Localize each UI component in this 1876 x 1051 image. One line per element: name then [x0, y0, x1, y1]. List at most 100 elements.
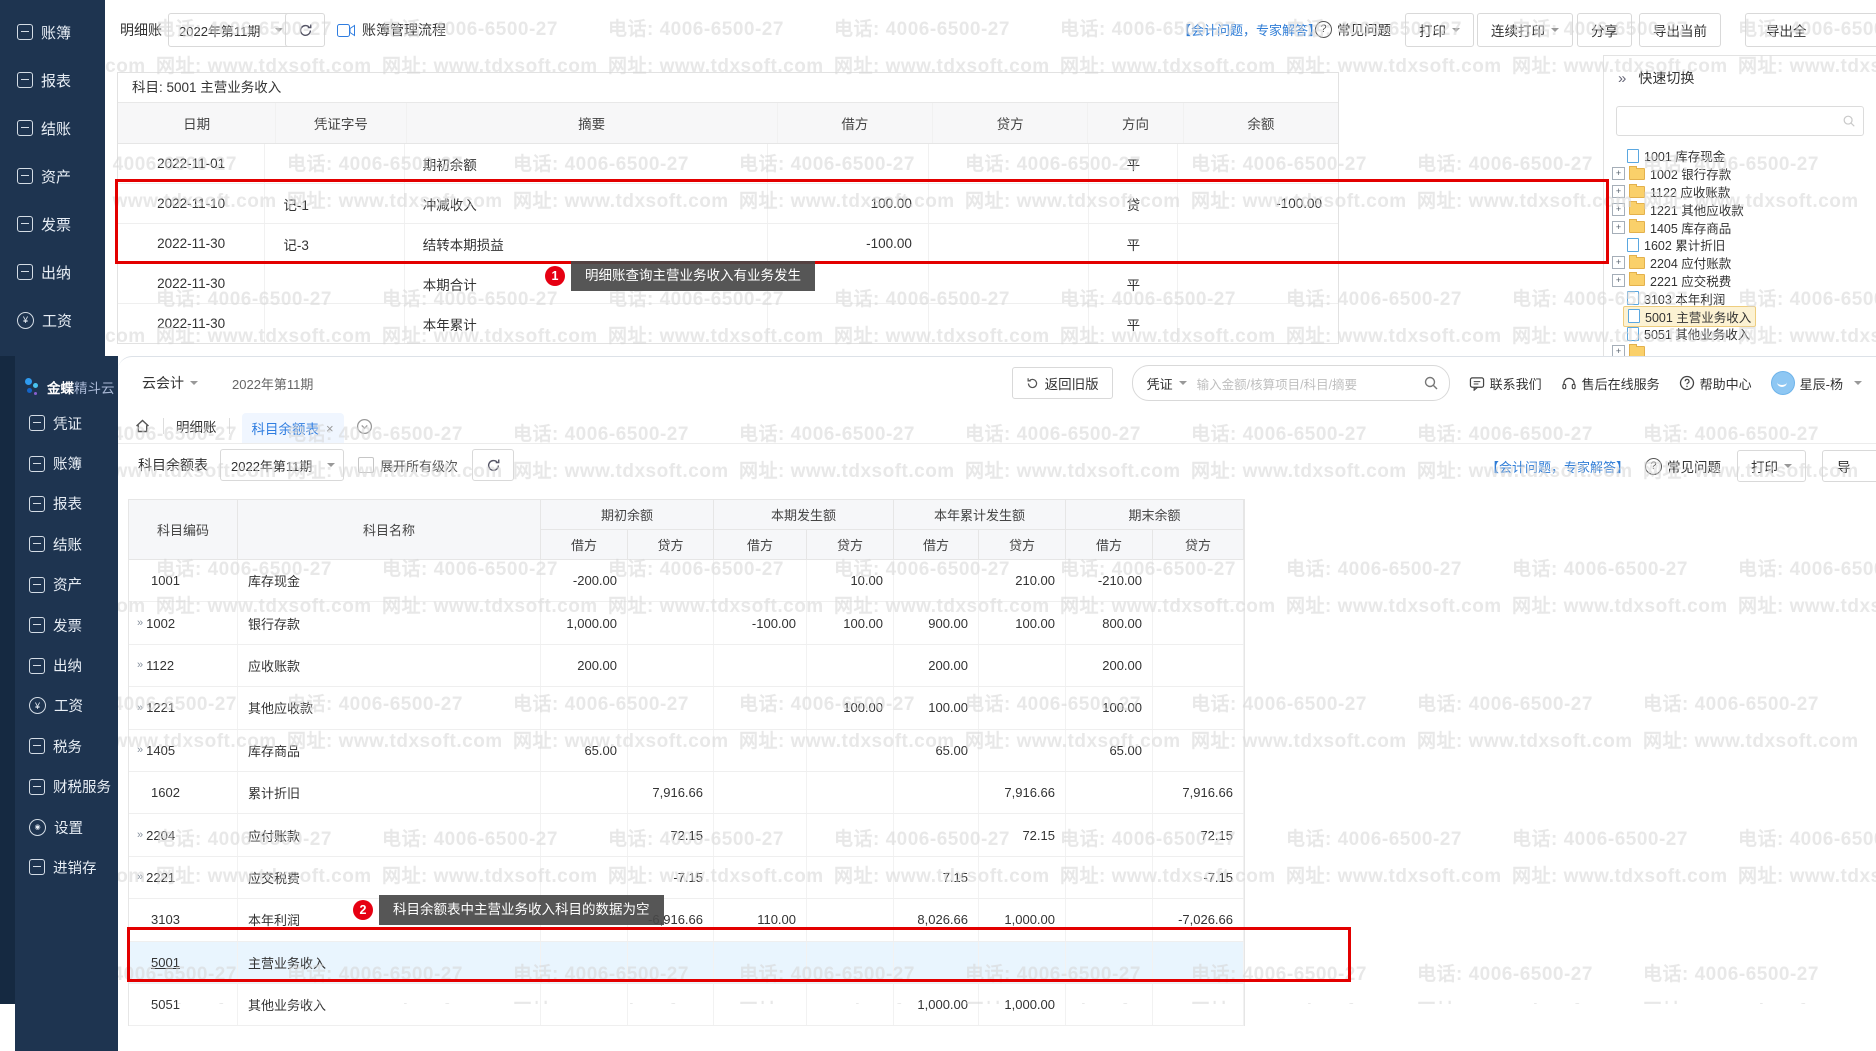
account-search-input[interactable] — [1616, 106, 1864, 136]
balance-row-1122[interactable]: »1122应收账款200.00200.00200.00 — [129, 645, 1244, 687]
sidebar-item-工资[interactable]: ¥工资 — [15, 686, 118, 726]
tab-ledger[interactable]: 明细账 — [176, 416, 217, 436]
balance-row-1405[interactable]: »1405库存商品65.0065.0065.00 — [129, 730, 1244, 772]
tree-item-1405[interactable]: +1405 库存商品 — [1604, 218, 1876, 236]
balance-row-2221[interactable]: »2221应交税费-7.157.15-7.15 — [129, 857, 1244, 899]
home-icon[interactable] — [134, 418, 151, 434]
refresh-button[interactable] — [285, 13, 325, 47]
ledger-row[interactable]: 2022-11-30记-3结转本期损益-100.00平 — [118, 224, 1338, 264]
tree-item-1221[interactable]: +1221 其他应收款 — [1604, 200, 1876, 218]
search-category[interactable]: 凭证 — [1147, 374, 1173, 393]
sidebar-item-税务[interactable]: 税务 — [15, 726, 118, 766]
sidebar-item-设置[interactable]: ◉设置 — [15, 807, 118, 847]
global-search[interactable]: 凭证 输入金额/核算项目/科目/摘要 — [1132, 365, 1450, 401]
tree-item-2221[interactable]: +2221 应交税费 — [1604, 272, 1876, 290]
expand-icon[interactable]: + — [1612, 203, 1625, 216]
expert-qa-link[interactable]: 【会计问题，专家解答】 — [1178, 20, 1321, 39]
expand-arrow-icon[interactable]: » — [137, 829, 142, 841]
period-dropdown[interactable]: 2022年第11期 — [220, 449, 344, 481]
expand-icon[interactable]: + — [1612, 185, 1625, 198]
tree-item-3103[interactable]: 3103 本年利润 — [1604, 289, 1876, 307]
balance-row-5051[interactable]: 5051其他业务收入1,000.001,000.00 — [129, 984, 1244, 1026]
tree-item-1602[interactable]: 1602 累计折旧 — [1604, 236, 1876, 254]
expand-icon[interactable]: + — [1612, 221, 1625, 234]
balance-cell-value: 1,000.00 — [894, 984, 979, 1025]
expand-arrow-icon[interactable]: » — [137, 659, 142, 671]
sidebar-item-发票[interactable]: 发票 — [0, 200, 105, 248]
expand-arrow-icon[interactable]: » — [137, 744, 142, 756]
expand-icon[interactable]: + — [1612, 167, 1625, 180]
sidebar-item-资产[interactable]: 资产 — [15, 565, 118, 605]
period-dropdown[interactable]: 2022年第11期 — [168, 13, 292, 47]
tab-balance-sheet[interactable]: 科目余额表× — [242, 413, 344, 443]
share-button[interactable]: 分享 — [1577, 13, 1632, 47]
balance-cell-value: 7,916.66 — [1153, 772, 1244, 813]
expand-arrow-icon[interactable]: » — [137, 871, 142, 883]
expand-all-checkbox[interactable]: 展开所有级次 — [358, 456, 458, 475]
balance-cell-value: -7.15 — [628, 857, 714, 898]
sidebar-item-凭证[interactable]: 凭证 — [15, 403, 118, 443]
ledger-row[interactable]: 2022-11-01期初余额平 — [118, 144, 1338, 184]
tree-item-label: 2221 应交税费 — [1650, 271, 1731, 290]
export-button[interactable]: 导 — [1822, 450, 1876, 482]
collapse-panel-icon[interactable]: » — [1618, 70, 1626, 87]
sidebar-item-工资[interactable]: ¥工资 — [0, 296, 105, 344]
sidebar-item-报表[interactable]: 报表 — [0, 56, 105, 104]
print-continuous-button[interactable]: 连续打印 — [1477, 13, 1573, 47]
faq-link[interactable]: ?常见问题 — [1315, 19, 1391, 39]
balance-cell-code: 1602 — [129, 772, 238, 813]
balance-cell-name: 累计折旧 — [238, 772, 541, 813]
tree-item-1001[interactable]: 1001 库存现金 — [1604, 147, 1876, 165]
user-menu[interactable]: 星辰-杨 — [1771, 371, 1862, 395]
tree-item-2204[interactable]: +2204 应付账款 — [1604, 254, 1876, 272]
expand-icon[interactable]: + — [1612, 256, 1625, 269]
sidebar-item-结账[interactable]: 结账 — [15, 524, 118, 564]
sidebar-item-结账[interactable]: 结账 — [0, 104, 105, 152]
ledger-row[interactable]: 2022-11-10记-1冲减收入100.00贷-100.00 — [118, 184, 1338, 224]
balance-row-1602[interactable]: 1602累计折旧7,916.667,916.667,916.66 — [129, 772, 1244, 814]
expand-arrow-icon[interactable]: » — [137, 617, 142, 629]
balance-cell-value: 800.00 — [1066, 602, 1153, 643]
sidebar-item-账簿[interactable]: 账簿 — [15, 443, 118, 483]
balance-cell-name: 应收账款 — [238, 645, 541, 686]
print-button[interactable]: 打印 — [1737, 450, 1806, 482]
sidebar-item-发票[interactable]: 发票 — [15, 605, 118, 645]
tab-list-chevron-icon[interactable] — [356, 418, 373, 435]
expert-qa-link[interactable]: 【会计问题，专家解答】 — [1486, 457, 1629, 476]
expand-icon[interactable]: + — [1612, 274, 1625, 287]
balance-row-2204[interactable]: »2204应付账款72.1572.1572.15 — [129, 814, 1244, 856]
balance-row-5001[interactable]: 5001主营业务收入 — [129, 942, 1244, 984]
sidebar-item-出纳[interactable]: 出纳 — [0, 248, 105, 296]
faq-link[interactable]: ?常见问题 — [1645, 456, 1721, 476]
app-switcher[interactable]: 云会计 — [142, 373, 198, 393]
contact-us-link[interactable]: 联系我们 — [1469, 374, 1542, 393]
tree-item-5001[interactable]: 5001 主营业务收入 — [1604, 307, 1876, 325]
print-button[interactable]: 打印 — [1405, 13, 1474, 47]
refresh-button[interactable] — [472, 449, 514, 481]
tree-item-1122[interactable]: +1122 应收账款 — [1604, 183, 1876, 201]
balance-row-1221[interactable]: »1221其他应收款100.00100.00100.00 — [129, 687, 1244, 729]
balance-cell-value: -7,026.66 — [1153, 899, 1244, 940]
module-icon — [29, 415, 45, 431]
search-icon[interactable] — [1423, 375, 1439, 391]
export-current-button[interactable]: 导出当前 — [1639, 13, 1721, 47]
sidebar-item-财税服务[interactable]: 财税服务 — [15, 767, 118, 807]
sidebar-item-出纳[interactable]: 出纳 — [15, 645, 118, 685]
balance-row-1002[interactable]: »1002银行存款1,000.00-100.00100.00900.00100.… — [129, 602, 1244, 644]
back-old-version-button[interactable]: 返回旧版 — [1012, 367, 1113, 399]
after-sales-service-link[interactable]: 售后在线服务 — [1561, 374, 1660, 393]
expand-arrow-icon[interactable]: » — [137, 702, 142, 714]
ledger-flow-button[interactable]: 账簿管理流程 — [337, 20, 446, 40]
sidebar-item-进销存[interactable]: 进销存 — [15, 847, 118, 887]
tree-item-1002[interactable]: +1002 银行存款 — [1604, 165, 1876, 183]
ledger-row[interactable]: 2022-11-30本年累计平 — [118, 304, 1338, 343]
balance-row-1001[interactable]: 1001库存现金-200.0010.00210.00-210.00 — [129, 560, 1244, 602]
balance-row-3103[interactable]: 3103本年利润-6,916.66110.008,026.661,000.00-… — [129, 899, 1244, 941]
sidebar-item-资产[interactable]: 资产 — [0, 152, 105, 200]
export-all-button[interactable]: 导出全 — [1745, 13, 1876, 47]
sidebar-item-账簿[interactable]: 账簿 — [0, 8, 105, 56]
tree-item-5051[interactable]: 5051 其他业务收入 — [1604, 325, 1876, 343]
close-tab-icon[interactable]: × — [326, 421, 334, 436]
help-center-link[interactable]: 帮助中心 — [1679, 374, 1752, 393]
sidebar-item-报表[interactable]: 报表 — [15, 484, 118, 524]
